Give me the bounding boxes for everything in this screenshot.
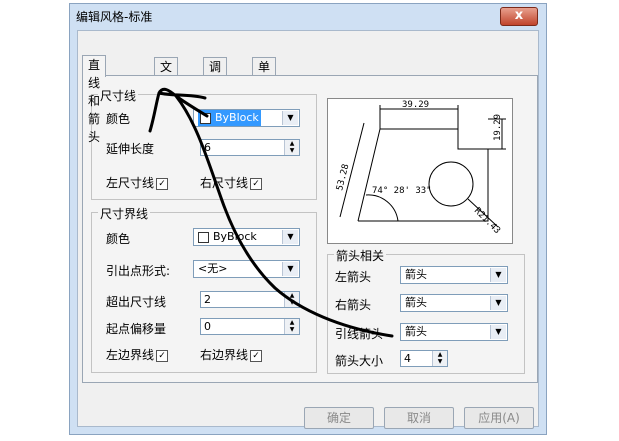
ext-line-right-label: 右边界线 [200,348,249,362]
ext-line-origin-select[interactable]: <无> ▼ [193,260,300,278]
tab-lines-arrows[interactable]: 直线和箭头 [82,55,107,144]
dim-line-group: 尺寸线 颜色 ByBlock ▼ 延伸长度 6 ▲ ▼ 左尺寸线 ✓ 右尺寸线 ✓ [91,87,317,200]
angle-arc [365,194,399,222]
ext-line-color-select[interactable]: ByBlock ▼ [193,228,300,246]
preview-canvas: 39.29 19.29 53.28 74° 28' 33" R21.43 [327,98,513,244]
tab-text[interactable]: 文本 [154,57,179,92]
part-outline [357,128,489,222]
dialog-client: 直线和箭头 文本 调整 单位和精度相关 尺寸线 颜色 ByBlock ▼ 延伸长… [77,30,539,429]
ok-button[interactable]: 确定 [304,407,374,429]
dim-line-right-checkbox[interactable]: 右尺寸线 ✓ [200,174,263,191]
dim-line-extend-value: 6 [204,141,211,154]
ext-line-left-checkbox[interactable]: 左边界线 ✓ [106,346,169,363]
stepper-icon[interactable]: ▲ ▼ [432,351,447,366]
preview-drawing: 39.29 19.29 53.28 74° 28' 33" R21.43 [335,100,506,236]
ext-line-offset-label: 起点偏移量 [106,322,167,336]
arrow-size-value: 4 [404,352,411,365]
leader-arrow-select[interactable]: 箭头 ▼ [400,323,508,341]
tab-panel: 尺寸线 颜色 ByBlock ▼ 延伸长度 6 ▲ ▼ 左尺寸线 ✓ 右尺寸线 ✓ [82,75,538,383]
leader-arrow-value: 箭头 [405,325,427,338]
chevron-down-icon[interactable]: ▼ [282,262,298,276]
stepper-icon[interactable]: ▲ ▼ [284,319,299,334]
tab-units-precision[interactable]: 单位和精度相关 [252,57,277,182]
ext-line-color-value: ByBlock [213,230,257,243]
dim-line-color-select[interactable]: ByBlock ▼ [193,109,300,127]
chevron-down-icon[interactable]: ▼ [490,296,506,310]
dim-text-angle: 74° 28' 33" [372,186,432,196]
stepper-icon[interactable]: ▲ ▼ [284,292,299,307]
dim-line-group-label: 尺寸线 [98,87,139,104]
chevron-down-icon[interactable]: ▼ [282,230,298,244]
dim-line-color-label: 颜色 [106,112,131,126]
dim-line-left-checkbox[interactable]: 左尺寸线 ✓ [106,174,169,191]
left-arrow-label: 左箭头 [335,270,372,284]
checkbox-icon[interactable]: ✓ [250,349,263,362]
dim-line-color-value: ByBlock [215,111,259,124]
tab-adjust[interactable]: 调整 [203,57,228,92]
part-hole [428,161,474,207]
dim-text-right: 19.29 [493,114,503,141]
right-arrow-label: 右箭头 [335,298,372,312]
right-arrow-value: 箭头 [405,296,427,309]
chevron-down-icon[interactable]: ▼ [282,111,298,125]
ext-line-origin-value: <无> [198,262,228,275]
ext-line-group-label: 尺寸界线 [98,205,151,222]
ext-line-beyond-label: 超出尺寸线 [106,295,167,309]
cancel-button[interactable]: 取消 [384,407,454,429]
checkbox-icon[interactable]: ✓ [156,177,169,190]
dim-text-top: 39.29 [402,100,429,110]
arrow-group-label: 箭头相关 [334,247,387,264]
ext-line-right-checkbox[interactable]: 右边界线 ✓ [200,346,263,363]
checkbox-icon[interactable]: ✓ [156,349,169,362]
arrow-group: 箭头相关 左箭头 箭头 ▼ 右箭头 箭头 ▼ 引线箭头 箭头 ▼ 箭头大小 4 … [327,247,525,374]
chevron-down-icon[interactable]: ▼ [490,268,506,282]
window-title: 编辑风格-标准 [76,10,153,24]
close-button[interactable]: x [500,7,538,26]
dim-line-left-label: 左尺寸线 [106,176,155,190]
ext-line-offset-value: 0 [204,320,211,333]
arrow-size-label: 箭头大小 [335,354,384,368]
ext-line-origin-label: 引出点形式: [106,264,171,278]
stepper-icon[interactable]: ▲ ▼ [284,140,299,155]
dim-line-extend-input[interactable]: 6 ▲ ▼ [200,139,300,156]
left-arrow-select[interactable]: 箭头 ▼ [400,266,508,284]
dim-line-extend-label: 延伸长度 [106,142,155,156]
ext-line-group: 尺寸界线 颜色 ByBlock ▼ 引出点形式: <无> ▼ 超出尺寸线 2 ▲… [91,205,317,373]
dim-text-left: 53.28 [335,163,351,192]
ext-line-left-label: 左边界线 [106,348,155,362]
left-arrow-value: 箭头 [405,268,427,281]
right-arrow-select[interactable]: 箭头 ▼ [400,294,508,312]
ext-line-beyond-input[interactable]: 2 ▲ ▼ [200,291,300,308]
color-swatch [198,231,209,243]
leader-arrow-label: 引线箭头 [335,327,384,341]
chevron-down-icon[interactable]: ▼ [490,325,506,339]
color-swatch [200,112,211,124]
dialog-window: 编辑风格-标准 x 直线和箭头 文本 调整 单位和精度相关 尺寸线 颜色 ByB… [69,3,547,435]
dim-line-right-label: 右尺寸线 [200,176,249,190]
ext-line-color-label: 颜色 [106,232,131,246]
checkbox-icon[interactable]: ✓ [250,177,263,190]
ext-line-offset-input[interactable]: 0 ▲ ▼ [200,318,300,335]
ext-line-beyond-value: 2 [204,293,211,306]
arrow-size-input[interactable]: 4 ▲ ▼ [400,350,448,367]
apply-button[interactable]: 应用(A) [464,407,534,429]
